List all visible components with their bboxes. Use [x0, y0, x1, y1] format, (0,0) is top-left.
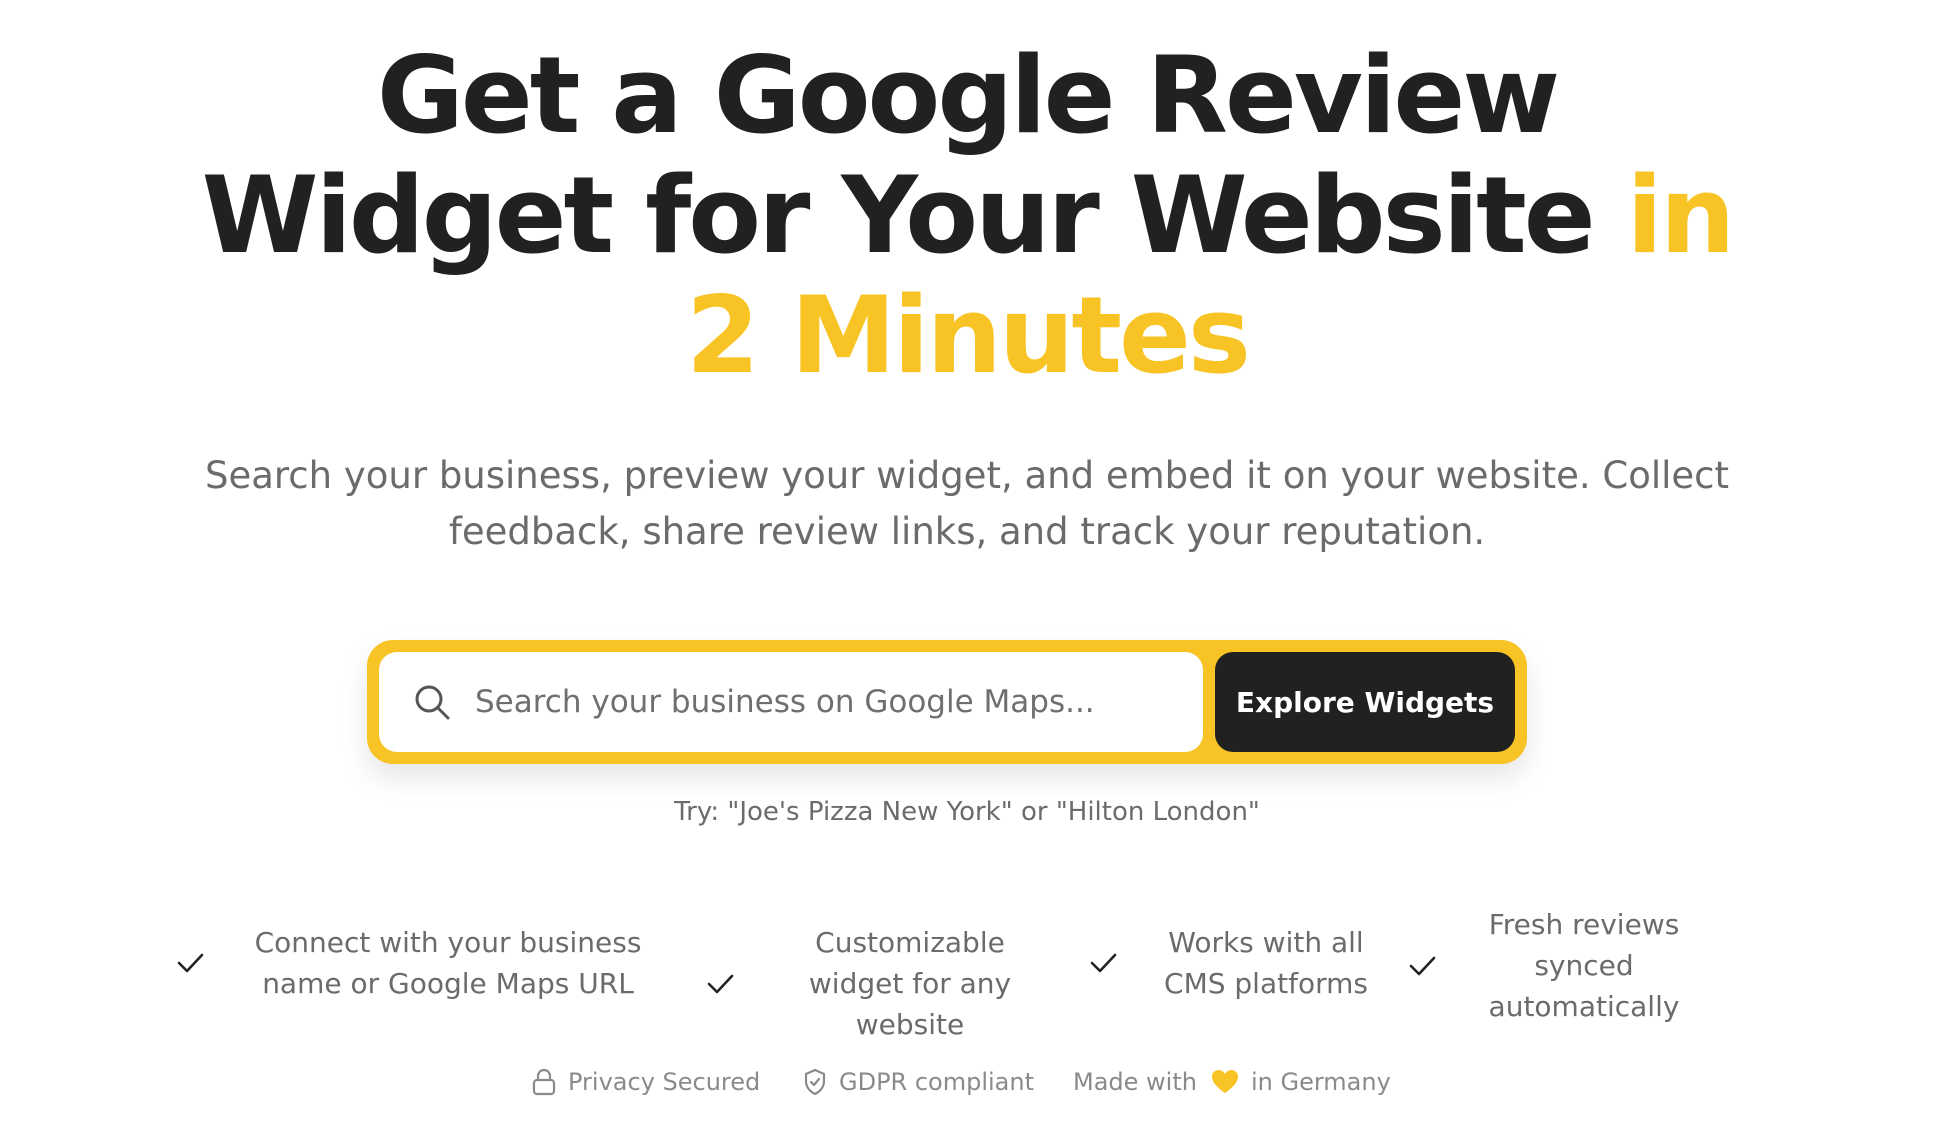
hero-title-accent-in: in	[1626, 154, 1736, 277]
hero-subtitle: Search your business, preview your widge…	[204, 454, 1730, 553]
feature-item-fresh-reviews: Fresh reviews synced automatically	[1407, 904, 1689, 1027]
hero-title-line2: Widget for Your Website	[201, 154, 1627, 277]
trust-gdpr-label: GDPR compliant	[839, 1068, 1035, 1096]
search-examples: Try: "Joe's Pizza New York" or "Hilton L…	[674, 797, 1260, 827]
search-bar: Explore Widgets	[367, 640, 1527, 764]
feature-text: Customizable widget for any website	[808, 926, 1012, 1041]
feature-text: Fresh reviews synced automatically	[1488, 908, 1680, 1023]
search-icon	[415, 685, 450, 720]
feature-item-customizable: Customizable widget for any website	[705, 922, 1055, 1045]
trust-gdpr: GDPR compliant	[803, 1068, 1034, 1096]
hero-title: Get a Google Review Widget for Your Webs…	[0, 36, 1934, 396]
feature-item-connect: Connect with your business name or Googl…	[175, 922, 643, 1004]
trust-made-prefix: Made with	[1073, 1068, 1197, 1096]
check-icon	[707, 974, 734, 993]
hero-title-line1: Get a Google Review	[376, 34, 1560, 157]
feature-text: Works with all CMS platforms	[1164, 926, 1368, 1000]
explore-widgets-button[interactable]: Explore Widgets	[1215, 652, 1515, 752]
trust-made-in: Made with in Germany	[1073, 1068, 1391, 1096]
hero-title-accent-minutes: 2 Minutes	[685, 274, 1251, 397]
search-field[interactable]	[379, 652, 1203, 752]
feature-text: Connect with your business name or Googl…	[254, 926, 642, 1000]
trust-made-suffix: in Germany	[1250, 1068, 1391, 1096]
trust-privacy-label: Privacy Secured	[568, 1068, 761, 1096]
feature-item-cms: Works with all CMS platforms	[1088, 922, 1376, 1004]
lock-icon	[532, 1068, 556, 1096]
check-icon	[1409, 956, 1436, 975]
trust-privacy: Privacy Secured	[532, 1068, 760, 1096]
check-icon	[1090, 953, 1117, 973]
search-input[interactable]	[473, 671, 1177, 733]
heart-icon	[1211, 1070, 1238, 1093]
shield-check-icon	[804, 1068, 826, 1096]
check-icon	[177, 953, 204, 973]
